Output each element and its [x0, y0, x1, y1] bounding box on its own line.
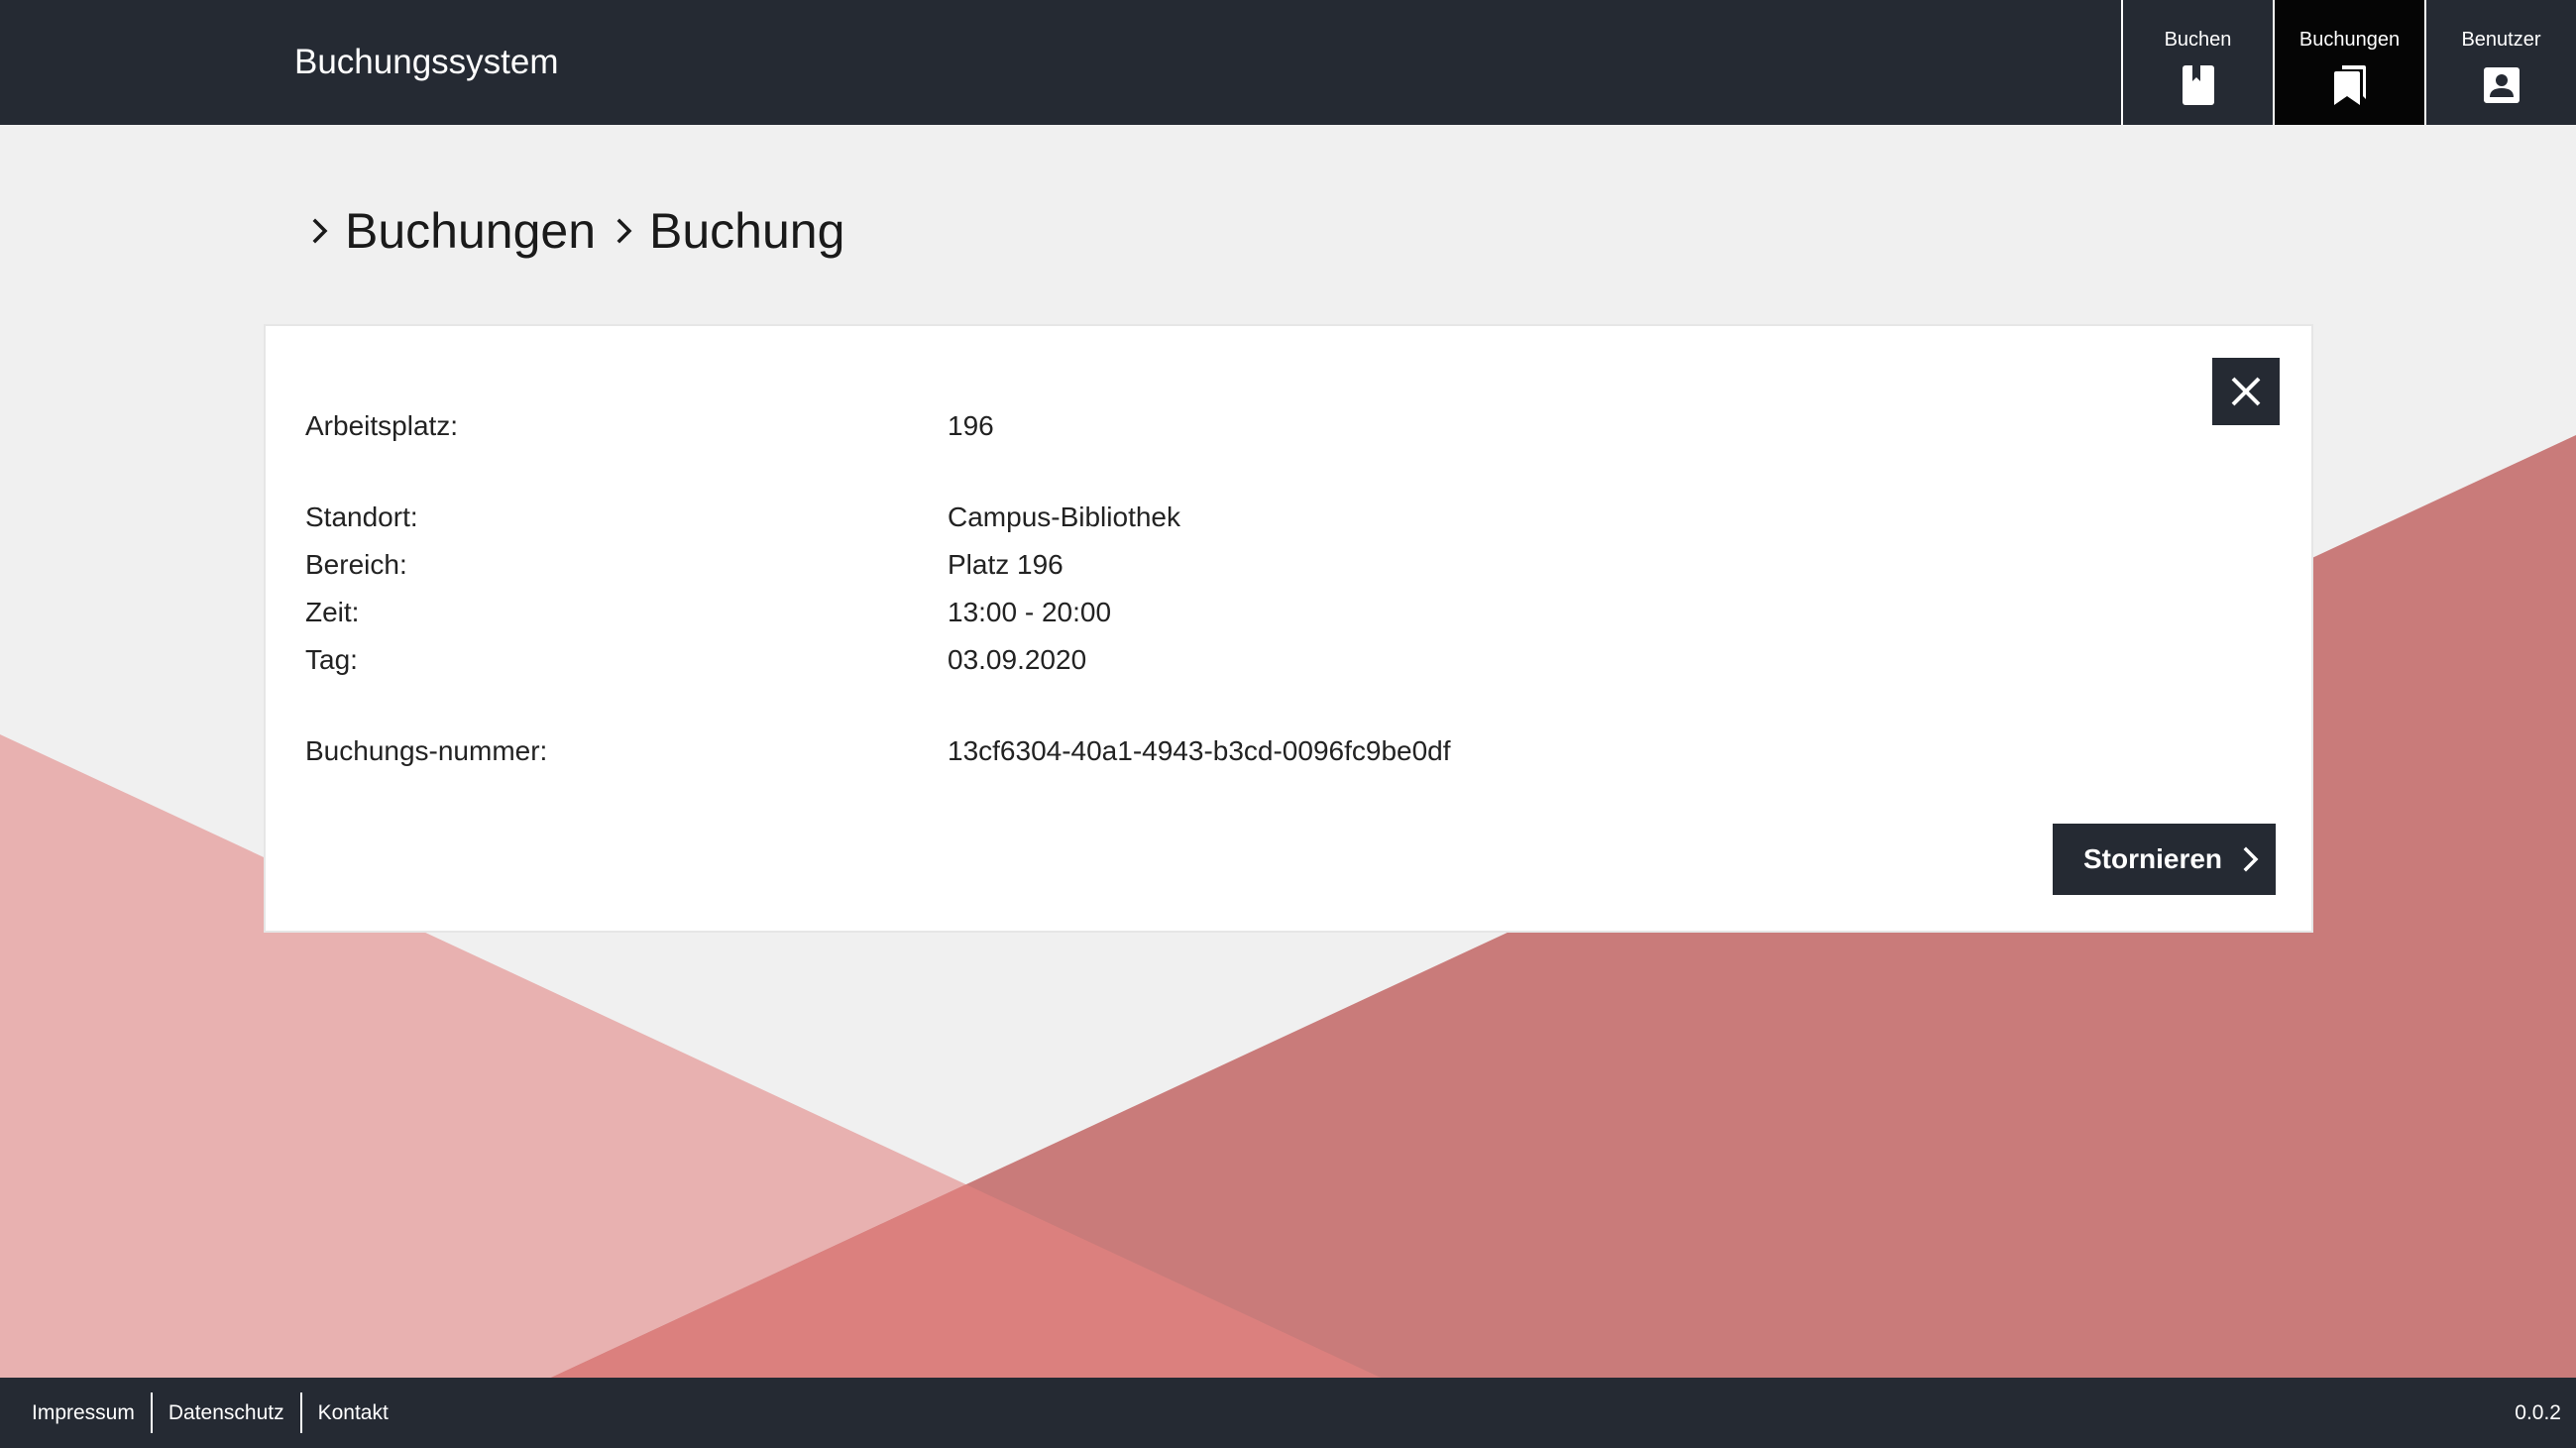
row-label: Zeit: — [305, 597, 360, 627]
breadcrumb-item-buchungen[interactable]: Buchungen — [345, 198, 596, 264]
row-value: 196 — [948, 410, 994, 441]
close-icon — [2231, 377, 2261, 406]
row-value: 03.09.2020 — [948, 644, 1087, 675]
bookmarks-icon — [2333, 65, 2366, 105]
row-label: Tag: — [305, 644, 358, 675]
footer-link-datenschutz[interactable]: Datenschutz — [153, 1392, 300, 1434]
nav-item-buchungen[interactable]: Buchungen — [2273, 0, 2424, 125]
row-value: 13:00 - 20:00 — [948, 597, 1112, 627]
chevron-right-icon — [2243, 846, 2259, 872]
nav-item-benutzer[interactable]: Benutzer — [2424, 0, 2576, 125]
chevron-right-icon — [312, 218, 328, 244]
app-version: 0.0.2 — [2515, 1401, 2561, 1424]
nav-item-label: Buchungen — [2298, 29, 2401, 51]
breadcrumb: Buchungen Buchung — [305, 198, 858, 264]
app-title: Buchungssystem — [294, 43, 559, 81]
nav-item-label: Benutzer — [2461, 29, 2541, 51]
close-button[interactable] — [2212, 358, 2280, 425]
nav-item-label: Buchen — [2164, 29, 2232, 51]
row-label: Arbeitsplatz: — [305, 410, 459, 441]
row-value: Campus-Bibliothek — [948, 501, 1180, 532]
row-value: Platz 196 — [948, 549, 1064, 580]
footer-links: Impressum Datenschutz Kontakt — [16, 1392, 404, 1434]
footer-link-kontakt[interactable]: Kontakt — [302, 1392, 404, 1434]
user-card-icon — [2483, 67, 2520, 103]
chevron-right-icon — [616, 218, 632, 244]
cancel-booking-button[interactable]: Stornieren — [2053, 824, 2276, 895]
row-label: Bereich: — [305, 549, 407, 580]
breadcrumb-item-buchung: Buchung — [649, 203, 845, 259]
app-header: Buchungssystem Buchen Buchungen Benutzer — [0, 0, 2576, 125]
cancel-booking-label: Stornieren — [2083, 843, 2223, 874]
nav-item-buchen[interactable]: Buchen — [2121, 0, 2273, 125]
footer-link-impressum[interactable]: Impressum — [16, 1392, 151, 1434]
book-icon — [2182, 65, 2214, 105]
row-label: Standort: — [305, 501, 418, 532]
booking-detail-card: Arbeitsplatz: 196 Standort: Campus-Bibli… — [264, 324, 2313, 933]
app-footer: Impressum Datenschutz Kontakt 0.0.2 — [0, 1378, 2576, 1448]
row-value: 13cf6304-40a1-4943-b3cd-0096fc9be0df — [948, 735, 1451, 766]
row-label: Buchungs-nummer: — [305, 735, 548, 766]
main-nav: Buchen Buchungen Benutzer — [2121, 0, 2576, 125]
